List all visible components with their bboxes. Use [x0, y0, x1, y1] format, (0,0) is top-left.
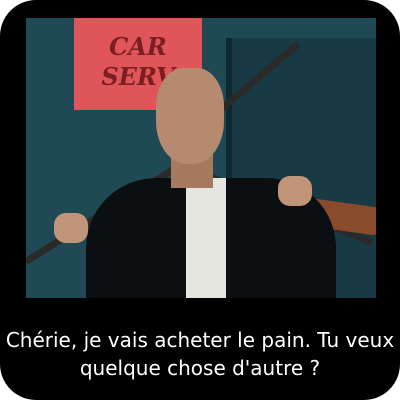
meme-caption: Chérie, je vais acheter le pain. Tu veux… — [5, 328, 395, 380]
meme-photo: CAR SERV — [26, 18, 376, 298]
left-hand — [54, 213, 88, 243]
right-hand — [278, 176, 312, 206]
meme-card: CAR SERV Chérie, je vais acheter le pain… — [0, 0, 400, 400]
white-shirt — [186, 178, 226, 298]
man-head — [156, 68, 224, 164]
